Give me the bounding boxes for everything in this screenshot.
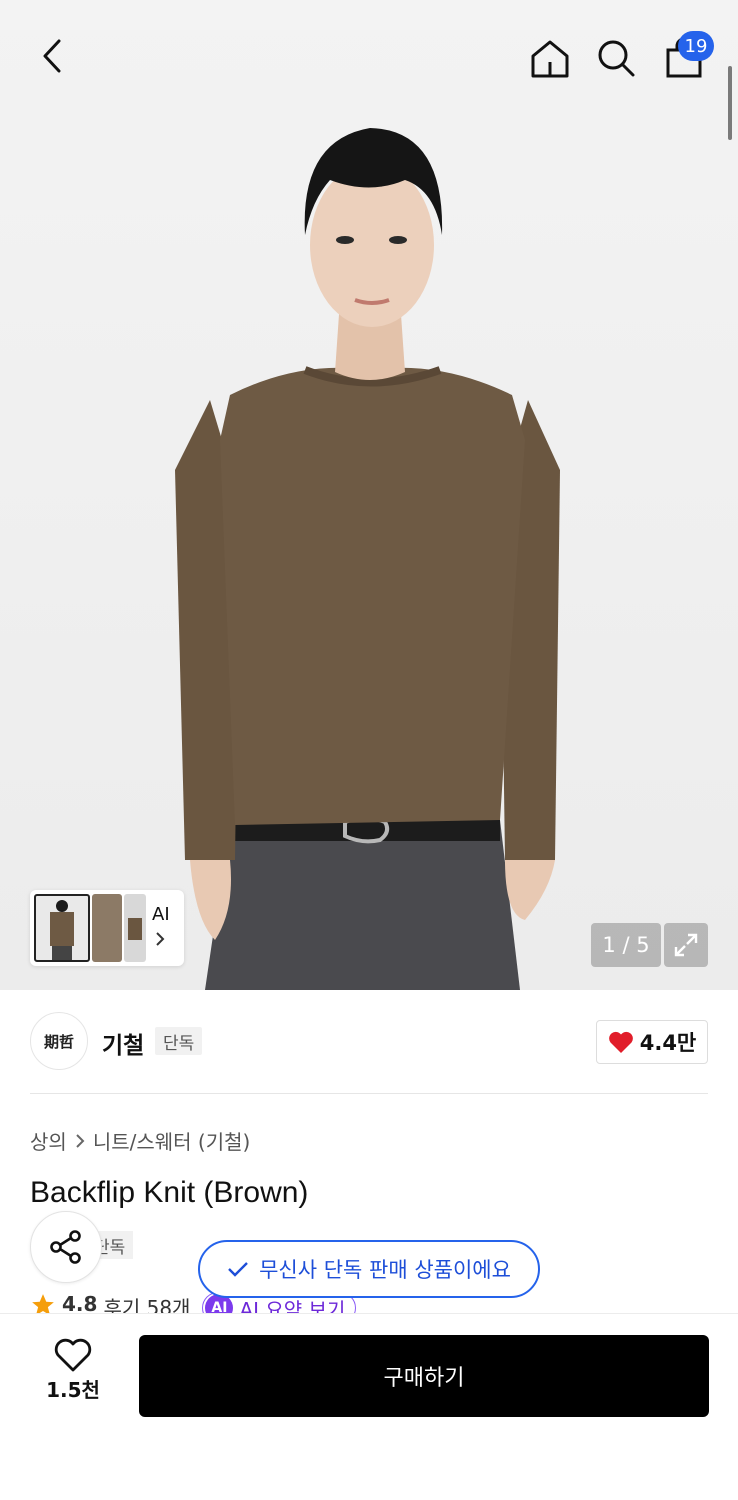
image-counter: 1 / 5 [591, 923, 661, 967]
thumbnail-2[interactable] [92, 894, 122, 962]
share-button[interactable] [30, 1211, 102, 1283]
check-icon [228, 1262, 248, 1277]
back-button[interactable] [30, 34, 74, 78]
share-icon [50, 1230, 81, 1264]
scrollbar[interactable] [728, 66, 732, 140]
exclusive-toast: 무신사 단독 판매 상품이에요 [198, 1240, 540, 1298]
buy-button[interactable]: 구매하기 [139, 1335, 709, 1417]
chevron-right-icon [76, 1133, 85, 1148]
bottom-action-bar: 1.5천 구매하기 [0, 1313, 738, 1500]
heart-outline-icon [54, 1338, 92, 1372]
brand-like-count: 4.4만 [639, 1031, 697, 1055]
brand-logo[interactable]: 期哲 [30, 1012, 88, 1070]
wishlist-count: 1.5천 [46, 1378, 100, 1402]
home-button[interactable] [526, 34, 574, 82]
thumbnail-strip[interactable]: AI [30, 890, 184, 966]
brand-row: 期哲 기철 단독 4.4만 [30, 1012, 708, 1072]
top-bar: 19 [0, 0, 738, 115]
search-icon [598, 40, 635, 77]
wishlist-button[interactable]: 1.5천 [30, 1338, 116, 1410]
star-icon [32, 1294, 54, 1314]
search-button[interactable] [592, 34, 640, 82]
product-title: Backflip Knit (Brown) [30, 1176, 309, 1209]
product-image-gallery[interactable] [0, 0, 738, 990]
divider [30, 1093, 708, 1094]
breadcrumb-subcategory[interactable]: 니트/스웨터 (기철) [93, 1126, 251, 1155]
brand-like-button[interactable]: 4.4만 [596, 1020, 708, 1064]
expand-button[interactable] [664, 923, 708, 967]
chevron-right-icon [156, 932, 165, 946]
breadcrumb-category[interactable]: 상의 [30, 1126, 67, 1155]
heart-filled-icon [608, 1031, 633, 1053]
home-icon [531, 40, 569, 78]
thumbnail-3[interactable] [124, 894, 146, 962]
brand-exclusive-tag: 단독 [155, 1027, 203, 1055]
thumbnail-image [50, 900, 74, 960]
toast-text: 무신사 단독 판매 상품이에요 [259, 1258, 511, 1282]
rating-value: 4.8 [62, 1292, 98, 1314]
review-count[interactable]: 후기 58개 [103, 1292, 190, 1314]
expand-icon [674, 933, 698, 957]
brand-name[interactable]: 기철 [102, 1026, 144, 1060]
chevron-left-icon [43, 39, 61, 73]
cart-count-badge: 19 [678, 31, 714, 61]
ai-label: AI [152, 904, 170, 925]
thumbnail-1[interactable] [34, 894, 90, 962]
breadcrumb: 상의 니트/스웨터 (기철) [30, 1126, 250, 1155]
product-photo [175, 128, 560, 990]
